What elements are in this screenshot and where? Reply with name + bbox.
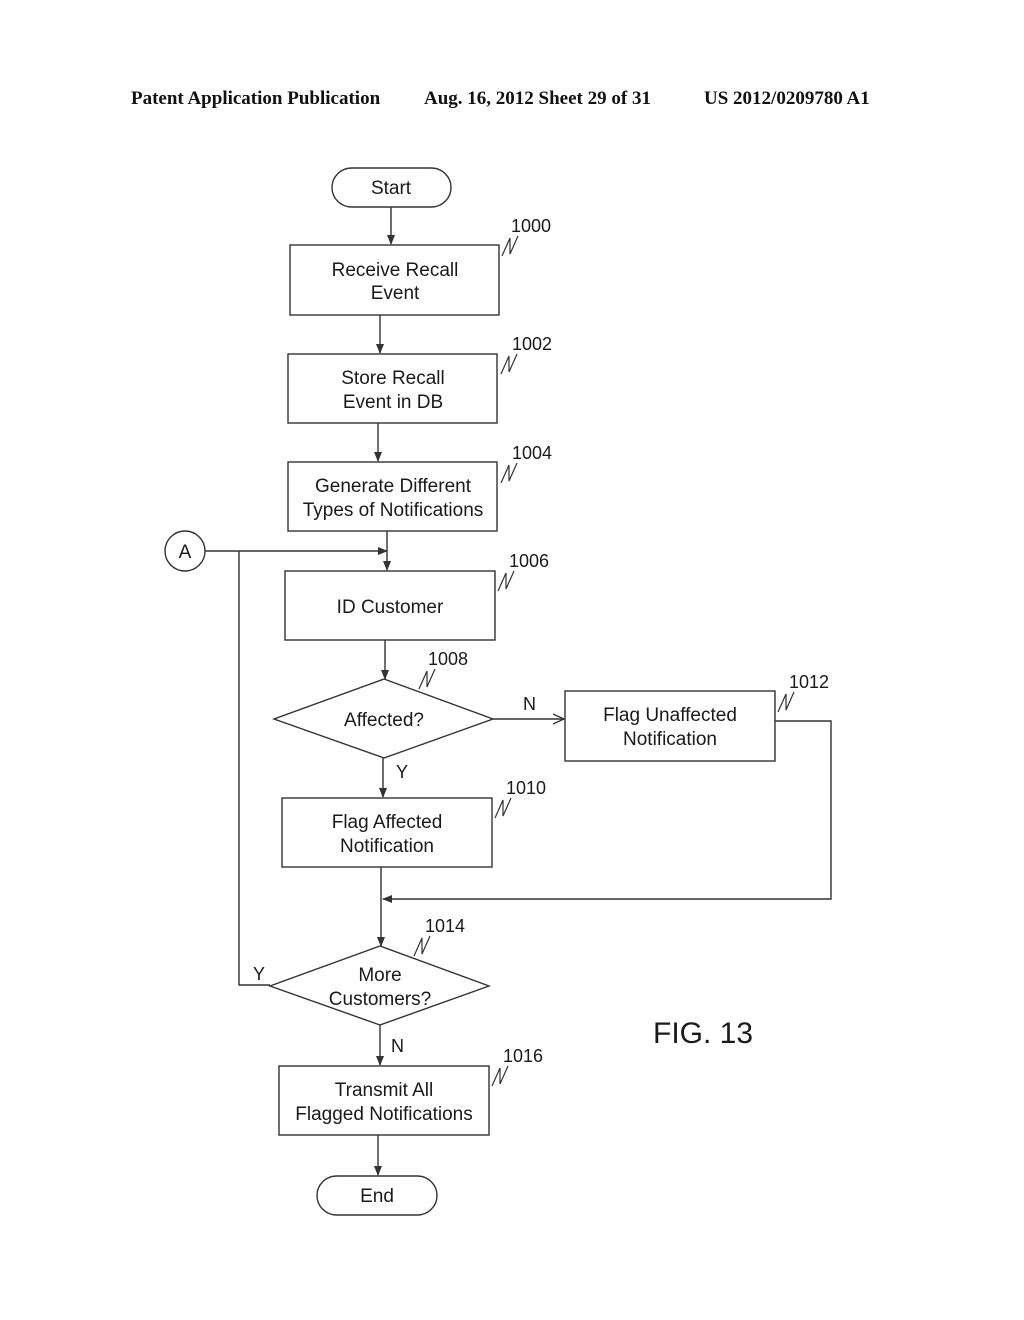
- ref-number: 1000: [511, 216, 551, 236]
- node-text-line: Store Recall: [341, 368, 445, 389]
- node-text-line: Event: [371, 283, 420, 304]
- node-text-line: Receive Recall: [332, 260, 459, 281]
- branch-label-no: N: [523, 694, 536, 714]
- ref-leader-squiggle: [777, 691, 795, 713]
- node-start: Start: [331, 167, 452, 208]
- branch-label-yes: Y: [253, 964, 265, 984]
- ref-leader-squiggle: [500, 462, 518, 484]
- ref-number: 1008: [428, 649, 468, 669]
- connector-label: A: [179, 542, 192, 563]
- node-flag-affected: Flag Affected Notification 1010: [281, 778, 546, 868]
- node-text-line: Event in DB: [343, 392, 443, 413]
- node-flag-unaffected: Flag Unaffected Notification 1012: [564, 672, 829, 762]
- figure-label: FIG. 13: [653, 1017, 753, 1050]
- process-box: [564, 690, 776, 762]
- node-text-line: Affected?: [344, 710, 424, 731]
- ref-number: 1006: [509, 551, 549, 571]
- node-text-line: Flag Affected: [332, 812, 443, 833]
- ref-number: 1014: [425, 916, 465, 936]
- end-label: End: [360, 1186, 394, 1207]
- branch-label-yes: Y: [396, 762, 408, 782]
- node-store-recall-event: Store Recall Event in DB 1002: [287, 334, 552, 424]
- ref-leader-squiggle: [497, 570, 515, 592]
- node-text-line: More: [358, 965, 401, 986]
- ref-leader-squiggle: [494, 797, 512, 819]
- node-receive-recall-event: Receive Recall Event 1000: [289, 216, 551, 316]
- node-text-line: Transmit All: [335, 1080, 434, 1101]
- edge-more-yes-loop: [238, 551, 270, 986]
- ref-leader-squiggle: [418, 668, 436, 690]
- node-text-line: Flag Unaffected: [603, 705, 737, 726]
- start-label: Start: [371, 178, 412, 199]
- node-id-customer: ID Customer 1006: [284, 551, 549, 641]
- node-end: End: [316, 1175, 438, 1216]
- node-text-line: ID Customer: [337, 597, 444, 618]
- ref-number: 1002: [512, 334, 552, 354]
- node-generate-notifications: Generate Different Types of Notification…: [287, 443, 552, 532]
- ref-leader-squiggle: [501, 235, 519, 257]
- ref-number: 1010: [506, 778, 546, 798]
- ref-number: 1012: [789, 672, 829, 692]
- node-text-line: Customers?: [329, 989, 431, 1010]
- node-text-line: Generate Different: [315, 476, 472, 497]
- ref-leader-squiggle: [500, 353, 518, 375]
- node-affected-decision: Affected? 1008 N Y: [271, 649, 536, 782]
- node-text-line: Notification: [623, 729, 717, 750]
- node-more-customers-decision: More Customers? 1014 Y N: [253, 916, 492, 1056]
- node-text-line: Notification: [340, 836, 434, 857]
- node-transmit-notifications: Transmit All Flagged Notifications 1016: [278, 1046, 543, 1136]
- ref-number: 1016: [503, 1046, 543, 1066]
- node-text-line: Flagged Notifications: [295, 1104, 472, 1125]
- ref-leader-squiggle: [491, 1065, 509, 1087]
- ref-number: 1004: [512, 443, 552, 463]
- ref-leader-squiggle: [413, 935, 431, 957]
- flowchart: Start A Receive Recall Event 1000 Store …: [164, 167, 832, 1216]
- node-text-line: Types of Notifications: [303, 500, 484, 521]
- connector-a: A: [164, 530, 206, 572]
- branch-label-no: N: [391, 1036, 404, 1056]
